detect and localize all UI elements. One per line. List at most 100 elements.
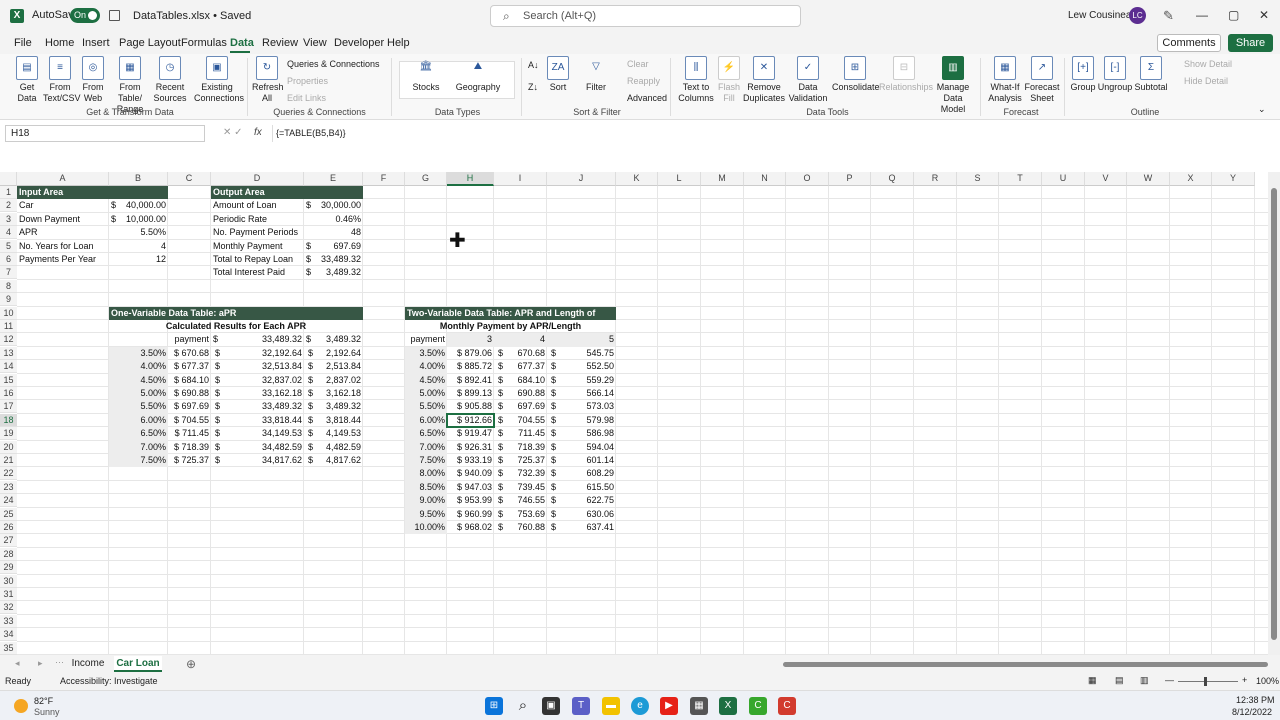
- column-header-o[interactable]: O: [786, 172, 829, 186]
- forecast-sheet-button[interactable]: ↗ Forecast Sheet: [1024, 56, 1060, 104]
- maximize-icon[interactable]: ▢: [1228, 8, 1239, 22]
- years-header[interactable]: 4: [496, 333, 545, 346]
- search-box[interactable]: ⌕ Search (Alt+Q): [490, 5, 801, 27]
- tab-home[interactable]: Home: [45, 37, 74, 49]
- row-header-22[interactable]: 22: [0, 467, 17, 481]
- apr-value[interactable]: 3.50%: [407, 347, 445, 360]
- row-header-3[interactable]: 3: [0, 212, 17, 226]
- tab-formulas[interactable]: Formulas: [181, 37, 227, 49]
- document-title[interactable]: DataTables.xlsx • Saved: [133, 10, 251, 22]
- row-header-21[interactable]: 21: [0, 454, 17, 467]
- column-header-u[interactable]: U: [1042, 172, 1085, 186]
- formula-input[interactable]: {=TABLE(B5,B4)}: [272, 125, 1272, 142]
- apr-value[interactable]: 5.50%: [407, 400, 445, 413]
- apr-value[interactable]: 8.00%: [407, 467, 445, 480]
- output-value[interactable]: 30,000.00: [306, 199, 361, 212]
- monthly-payment[interactable]: $ 684.10: [170, 374, 209, 387]
- row-header-16[interactable]: 16: [0, 387, 17, 400]
- scrollbar-thumb[interactable]: [1271, 188, 1277, 640]
- file-explorer-icon[interactable]: ▬: [602, 697, 620, 715]
- apr-value[interactable]: 4.00%: [407, 360, 445, 373]
- payment-4-years[interactable]: 760.88: [496, 521, 545, 534]
- apr-value[interactable]: 7.50%: [111, 454, 166, 467]
- taskbar-search-icon[interactable]: ⌕: [514, 697, 532, 715]
- column-header-b[interactable]: B: [109, 172, 168, 186]
- total-interest[interactable]: 2,837.02: [306, 374, 361, 387]
- text-to-columns-button[interactable]: ⫼ Text to Columns: [677, 56, 715, 104]
- payment-3-years[interactable]: $ 947.03: [449, 481, 492, 494]
- total-interest[interactable]: 3,489.32: [306, 400, 361, 413]
- output-label[interactable]: Total Interest Paid: [213, 266, 302, 279]
- row-header-23[interactable]: 23: [0, 480, 17, 494]
- row-header-2[interactable]: 2: [0, 199, 17, 213]
- row-header-35[interactable]: 35: [0, 641, 17, 655]
- apr-value[interactable]: 6.50%: [111, 427, 166, 440]
- row-header-4[interactable]: 4: [0, 226, 17, 240]
- total-repay[interactable]: 33,162.18: [213, 387, 302, 400]
- payment-4-years[interactable]: 697.69: [496, 400, 545, 413]
- task-view-icon[interactable]: ▣: [542, 697, 560, 715]
- output-label[interactable]: No. Payment Periods: [213, 226, 302, 239]
- row-header-29[interactable]: 29: [0, 561, 17, 575]
- payment-4-years[interactable]: 718.39: [496, 441, 545, 454]
- column-header-c[interactable]: C: [168, 172, 211, 186]
- payment-5-years[interactable]: 601.14: [549, 454, 614, 467]
- payment-3-years[interactable]: $ 968.02: [449, 521, 492, 534]
- total-header[interactable]: 33,489.32: [213, 333, 302, 346]
- total-repay[interactable]: 34,482.59: [213, 441, 302, 454]
- column-header-i[interactable]: I: [494, 172, 547, 186]
- output-label[interactable]: Amount of Loan: [213, 199, 302, 212]
- input-value[interactable]: 10,000.00: [111, 213, 166, 226]
- edit-links-button[interactable]: Edit Links: [287, 93, 326, 103]
- total-repay[interactable]: 34,817.62: [213, 454, 302, 467]
- name-box[interactable]: H18: [5, 125, 205, 142]
- apr-value[interactable]: 5.00%: [407, 387, 445, 400]
- collapse-ribbon-icon[interactable]: ⌄: [1258, 104, 1266, 115]
- output-value[interactable]: 697.69: [306, 240, 361, 253]
- apr-value[interactable]: 4.50%: [111, 374, 166, 387]
- total-interest[interactable]: 3,162.18: [306, 387, 361, 400]
- row-header-14[interactable]: 14: [0, 360, 17, 374]
- column-header-w[interactable]: W: [1127, 172, 1170, 186]
- reapply-button[interactable]: Reapply: [627, 76, 660, 86]
- total-interest[interactable]: 2,513.84: [306, 360, 361, 373]
- apr-value[interactable]: 5.00%: [111, 387, 166, 400]
- what-if-analysis-button[interactable]: ▦ What-If Analysis: [984, 56, 1026, 104]
- payment-4-years[interactable]: 732.39: [496, 467, 545, 480]
- row-header-34[interactable]: 34: [0, 628, 17, 642]
- share-button[interactable]: Share: [1228, 34, 1273, 52]
- payment-3-years[interactable]: $ 919.47: [449, 427, 492, 440]
- monthly-payment[interactable]: $ 718.39: [170, 441, 209, 454]
- total-repay[interactable]: 32,192.64: [213, 347, 302, 360]
- row-header-5[interactable]: 5: [0, 239, 17, 253]
- add-sheet-icon[interactable]: ⊕: [186, 657, 196, 671]
- monthly-payment[interactable]: $ 704.55: [170, 414, 209, 427]
- fx-icon[interactable]: fx: [254, 127, 262, 138]
- close-icon[interactable]: ✕: [1259, 8, 1269, 22]
- excel-taskbar-icon[interactable]: X: [719, 697, 737, 715]
- payment-3-years[interactable]: $ 960.99: [449, 508, 492, 521]
- apr-value[interactable]: 4.50%: [407, 374, 445, 387]
- payment-5-years[interactable]: 637.41: [549, 521, 614, 534]
- group-button[interactable]: [+] Group: [1069, 56, 1097, 93]
- monthly-payment[interactable]: $ 670.68: [170, 347, 209, 360]
- row-header-7[interactable]: 7: [0, 266, 17, 280]
- total-interest[interactable]: 4,817.62: [306, 454, 361, 467]
- column-header-t[interactable]: T: [999, 172, 1042, 186]
- sort-button[interactable]: ZA Sort: [545, 56, 571, 93]
- row-header-18[interactable]: 18: [0, 413, 17, 427]
- apr-value[interactable]: 7.00%: [111, 441, 166, 454]
- tab-file[interactable]: File: [14, 37, 32, 49]
- camtasia-red-icon[interactable]: C: [778, 697, 796, 715]
- column-header-h[interactable]: H: [447, 172, 494, 186]
- row-header-6[interactable]: 6: [0, 253, 17, 266]
- monthly-payment[interactable]: $ 697.69: [170, 400, 209, 413]
- total-interest[interactable]: 3,818.44: [306, 414, 361, 427]
- payment-5-years[interactable]: 630.06: [549, 508, 614, 521]
- input-value[interactable]: 40,000.00: [111, 199, 166, 212]
- selected-cell-h18[interactable]: [446, 412, 495, 429]
- properties-button[interactable]: Properties: [287, 76, 328, 86]
- zoom-slider[interactable]: [1178, 681, 1238, 682]
- column-header-x[interactable]: X: [1170, 172, 1212, 186]
- input-label[interactable]: Payments Per Year: [19, 253, 107, 266]
